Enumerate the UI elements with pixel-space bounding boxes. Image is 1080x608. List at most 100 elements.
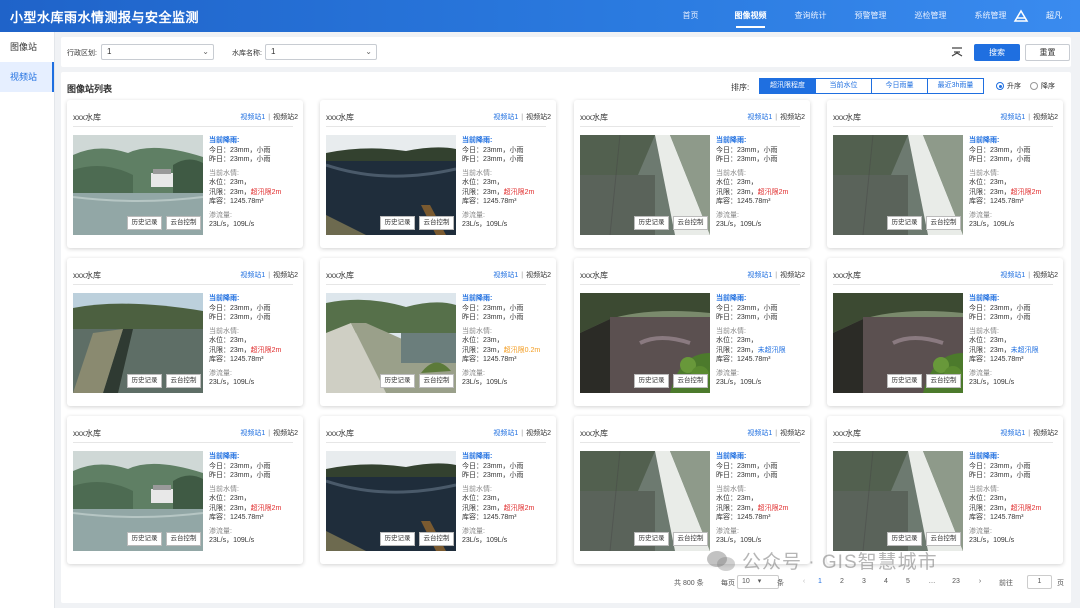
- video-station-2-link[interactable]: 视频站2: [273, 430, 298, 437]
- rain-yesterday: 昨日：23mm，小雨: [716, 156, 778, 163]
- user-name[interactable]: 超凡: [1046, 0, 1062, 32]
- ptz-control-button[interactable]: 云台控制: [166, 374, 201, 388]
- history-record-button[interactable]: 历史记录: [127, 532, 162, 546]
- ptz-control-button[interactable]: 云台控制: [419, 532, 454, 546]
- history-record-button[interactable]: 历史记录: [380, 374, 415, 388]
- history-record-button[interactable]: 历史记录: [634, 532, 669, 546]
- reservoir-select[interactable]: 1 ⌄: [265, 44, 377, 60]
- page-number[interactable]: 3: [859, 578, 869, 585]
- video-station-1-link[interactable]: 视频站1: [747, 272, 772, 279]
- flood-limit-row: 汛限：23m，超汛限0.2m: [462, 346, 554, 356]
- sort-option-0[interactable]: 超汛限程度: [759, 78, 816, 94]
- order-asc-radio[interactable]: 升序: [996, 81, 1021, 91]
- history-record-button[interactable]: 历史记录: [634, 374, 669, 388]
- goto-label: 前往: [999, 580, 1013, 587]
- ptz-control-button[interactable]: 云台控制: [419, 216, 454, 230]
- search-button[interactable]: 搜索: [974, 44, 1020, 61]
- sort-option-2[interactable]: 今日雨量: [871, 78, 928, 94]
- ptz-control-button[interactable]: 云台控制: [926, 374, 961, 388]
- history-record-button[interactable]: 历史记录: [380, 216, 415, 230]
- video-station-1-link[interactable]: 视频站1: [240, 272, 265, 279]
- history-record-button[interactable]: 历史记录: [887, 216, 922, 230]
- video-station-1-link[interactable]: 视频站1: [240, 430, 265, 437]
- nav-item-5[interactable]: 系统管理: [968, 0, 1013, 32]
- nav-item-3[interactable]: 预警管理: [848, 0, 893, 32]
- prev-page-icon[interactable]: ‹: [799, 578, 809, 585]
- flood-status: 超汛限2m: [250, 188, 282, 196]
- sort-option-1[interactable]: 当前水位: [815, 78, 872, 94]
- ptz-control-button[interactable]: 云台控制: [926, 532, 961, 546]
- rain-yesterday: 昨日：23mm，小雨: [209, 472, 271, 479]
- sidebar-item-1[interactable]: 视频站: [0, 62, 54, 92]
- video-station-2-link[interactable]: 视频站2: [526, 430, 551, 437]
- reservoir-photo[interactable]: 历史记录 云台控制: [326, 451, 456, 551]
- page-number[interactable]: 2: [837, 578, 847, 585]
- history-record-button[interactable]: 历史记录: [127, 374, 162, 388]
- video-station-1-link[interactable]: 视频站1: [1000, 430, 1025, 437]
- sort-option-3[interactable]: 最近3h雨量: [927, 78, 984, 94]
- reservoir-photo[interactable]: 历史记录 云台控制: [833, 293, 963, 393]
- page-number[interactable]: 1: [815, 578, 825, 585]
- next-page-icon[interactable]: ›: [975, 578, 985, 585]
- nav-item-4[interactable]: 巡检管理: [908, 0, 953, 32]
- history-record-button[interactable]: 历史记录: [887, 532, 922, 546]
- ptz-control-button[interactable]: 云台控制: [419, 374, 454, 388]
- region-select[interactable]: 1 ⌄: [101, 44, 214, 60]
- video-station-1-link[interactable]: 视频站1: [493, 430, 518, 437]
- card-info: 当前降雨: 今日：23mm，小雨 昨日：23mm，小雨 当前水情: 水位：23m…: [716, 136, 808, 230]
- nav-item-0[interactable]: 首页: [668, 0, 713, 32]
- reservoir-photo[interactable]: 历史记录 云台控制: [833, 135, 963, 235]
- flood-limit: 汛限：23m，: [716, 504, 758, 512]
- order-desc-radio[interactable]: 降序: [1030, 81, 1055, 91]
- video-station-2-link[interactable]: 视频站2: [273, 114, 298, 121]
- video-station-2-link[interactable]: 视频站2: [526, 114, 551, 121]
- history-record-button[interactable]: 历史记录: [380, 532, 415, 546]
- nav-item-2[interactable]: 查询统计: [788, 0, 833, 32]
- ptz-control-button[interactable]: 云台控制: [673, 532, 708, 546]
- card-reservoir-name: xxx水库: [580, 113, 608, 122]
- video-station-1-link[interactable]: 视频站1: [747, 430, 772, 437]
- video-station-1-link[interactable]: 视频站1: [240, 114, 265, 121]
- history-record-button[interactable]: 历史记录: [887, 374, 922, 388]
- video-station-2-link[interactable]: 视频站2: [780, 430, 805, 437]
- collapse-filter-icon[interactable]: [950, 45, 964, 59]
- video-station-2-link[interactable]: 视频站2: [1033, 430, 1058, 437]
- ptz-control-button[interactable]: 云台控制: [673, 374, 708, 388]
- ptz-control-button[interactable]: 云台控制: [166, 532, 201, 546]
- nav-item-1[interactable]: 图像视频: [728, 0, 773, 32]
- sidebar-item-0[interactable]: 图像站: [0, 32, 54, 62]
- video-station-2-link[interactable]: 视频站2: [780, 272, 805, 279]
- page-number[interactable]: 5: [903, 578, 913, 585]
- reservoir-photo[interactable]: 历史记录 云台控制: [326, 293, 456, 393]
- video-station-1-link[interactable]: 视频站1: [747, 114, 772, 121]
- reservoir-photo[interactable]: 历史记录 云台控制: [580, 451, 710, 551]
- video-station-2-link[interactable]: 视频站2: [780, 114, 805, 121]
- history-record-button[interactable]: 历史记录: [634, 216, 669, 230]
- reservoir-photo[interactable]: 历史记录 云台控制: [326, 135, 456, 235]
- ptz-control-button[interactable]: 云台控制: [926, 216, 961, 230]
- page-number[interactable]: 23: [951, 578, 961, 585]
- video-station-1-link[interactable]: 视频站1: [1000, 272, 1025, 279]
- reservoir-photo[interactable]: 历史记录 云台控制: [580, 293, 710, 393]
- page-number[interactable]: 4: [881, 578, 891, 585]
- page-number[interactable]: …: [927, 578, 937, 585]
- video-station-2-link[interactable]: 视频站2: [1033, 114, 1058, 121]
- flood-limit: 汛限：23m，: [969, 504, 1011, 512]
- video-station-2-link[interactable]: 视频站2: [526, 272, 551, 279]
- video-station-1-link[interactable]: 视频站1: [1000, 114, 1025, 121]
- video-station-2-link[interactable]: 视频站2: [273, 272, 298, 279]
- reservoir-photo[interactable]: 历史记录 云台控制: [73, 451, 203, 551]
- video-station-2-link[interactable]: 视频站2: [1033, 272, 1058, 279]
- video-station-1-link[interactable]: 视频站1: [493, 114, 518, 121]
- ptz-control-button[interactable]: 云台控制: [166, 216, 201, 230]
- video-station-1-link[interactable]: 视频站1: [493, 272, 518, 279]
- reservoir-photo[interactable]: 历史记录 云台控制: [580, 135, 710, 235]
- reservoir-photo[interactable]: 历史记录 云台控制: [73, 135, 203, 235]
- reservoir-photo[interactable]: 历史记录 云台控制: [73, 293, 203, 393]
- page-size-select[interactable]: 10 ▾: [737, 575, 779, 589]
- history-record-button[interactable]: 历史记录: [127, 216, 162, 230]
- goto-page-input[interactable]: 1: [1027, 575, 1052, 589]
- reset-button[interactable]: 重置: [1025, 44, 1070, 61]
- ptz-control-button[interactable]: 云台控制: [673, 216, 708, 230]
- reservoir-photo[interactable]: 历史记录 云台控制: [833, 451, 963, 551]
